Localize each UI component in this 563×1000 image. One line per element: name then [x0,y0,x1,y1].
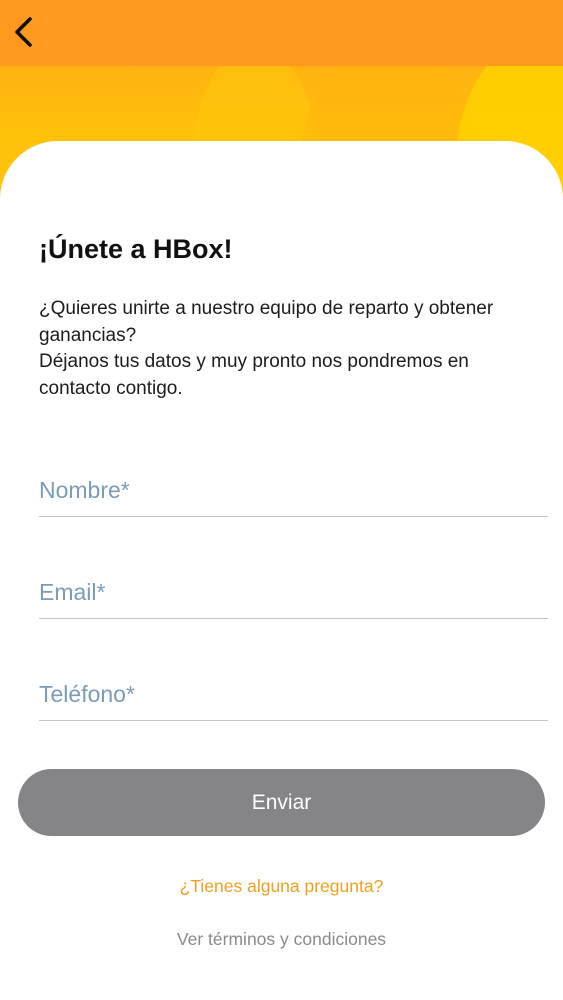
phone-input[interactable] [39,668,548,720]
submit-button[interactable]: Enviar [18,769,545,836]
phone-field-container [39,668,548,721]
intro-text: ¿Quieres unirte a nuestro equipo de repa… [39,296,539,402]
back-button[interactable] [6,10,46,54]
name-field-container [39,464,548,517]
top-app-bar [0,0,563,66]
intro-paragraph-1: ¿Quieres unirte a nuestro equipo de repa… [39,298,494,346]
chevron-left-icon [15,17,32,47]
name-input[interactable] [39,464,548,516]
email-field-container [39,566,548,619]
email-input[interactable] [39,566,548,618]
terms-link[interactable]: Ver términos y condiciones [0,929,563,950]
question-link[interactable]: ¿Tienes alguna pregunta? [0,876,563,897]
intro-paragraph-2: Déjanos tus datos y muy pronto nos pondr… [39,351,469,399]
page-title: ¡Únete a HBox! [39,234,233,264]
